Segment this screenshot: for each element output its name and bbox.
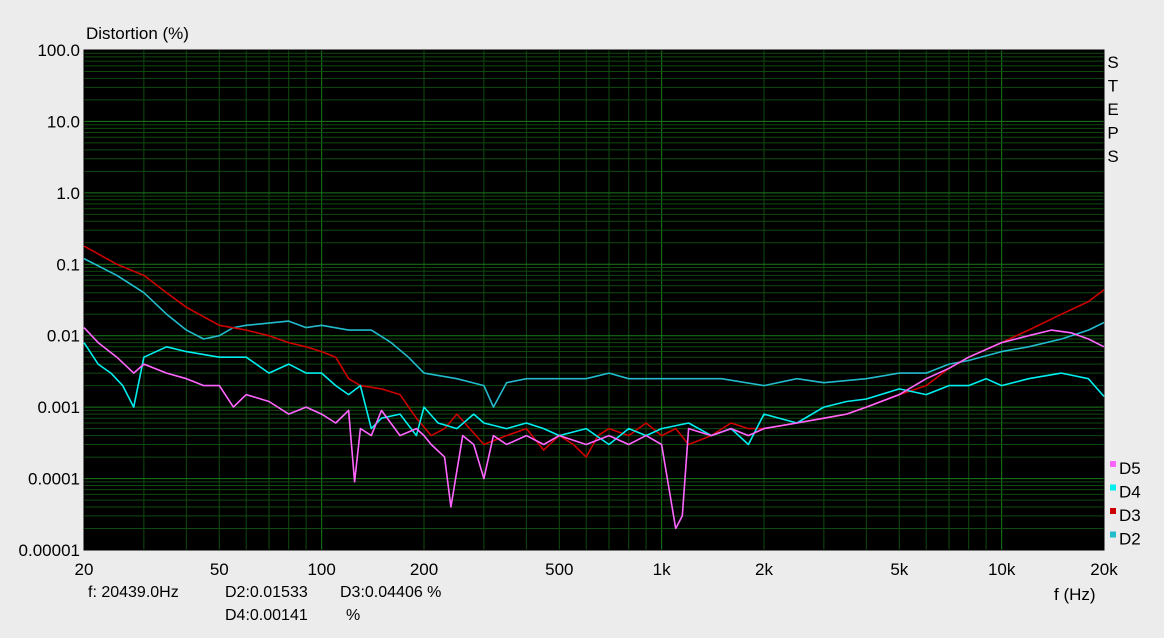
- d4-unit: %: [346, 607, 361, 624]
- y-tick-label: 0.00001: [19, 541, 80, 560]
- frequency-readout: f: 20439.0Hz: [88, 584, 179, 601]
- legend-label: D2: [1119, 530, 1141, 549]
- legend-label: D3: [1119, 506, 1141, 525]
- x-tick-label: 500: [545, 560, 573, 579]
- d3-readout: D3:0.04406 %: [340, 584, 442, 601]
- x-tick-label: 10k: [988, 560, 1016, 579]
- d4-readout: D4:0.00141: [225, 607, 308, 624]
- steps-letter: S: [1107, 147, 1118, 166]
- legend-label: D4: [1119, 483, 1141, 502]
- x-axis-title: f (Hz): [1054, 585, 1096, 604]
- legend-swatch: [1110, 508, 1116, 514]
- x-tick-label: 5k: [890, 560, 908, 579]
- y-tick-label: 100.0: [37, 41, 80, 60]
- x-tick-label: 200: [410, 560, 438, 579]
- steps-letter: E: [1107, 100, 1118, 119]
- x-tick-label: 1k: [653, 560, 671, 579]
- y-tick-label: 0.01: [47, 327, 80, 346]
- x-tick-labels: 20 50 100 200 500 1k 2k 5k 10k 20k: [75, 560, 1119, 579]
- steps-letter: T: [1108, 77, 1118, 96]
- steps-label: STEPS: [1107, 53, 1118, 166]
- y-axis-title: Distortion (%): [86, 24, 189, 43]
- legend-label: D5: [1119, 459, 1141, 478]
- legend-swatch: [1110, 484, 1116, 491]
- x-tick-label: 100: [307, 560, 335, 579]
- y-tick-labels: 100.0 10.0 1.0 0.1 0.01 0.001 0.0001 0.00001: [19, 41, 80, 560]
- d2-readout: D2:0.01533: [225, 584, 308, 601]
- legend-swatch: [1110, 531, 1116, 538]
- y-tick-label: 0.0001: [28, 470, 80, 489]
- x-tick-label: 2k: [755, 560, 773, 579]
- y-tick-label: 10.0: [47, 112, 80, 131]
- steps-letter: P: [1107, 124, 1118, 143]
- y-tick-label: 1.0: [56, 184, 80, 203]
- x-tick-label: 20: [75, 560, 94, 579]
- legend-swatch: [1110, 461, 1116, 467]
- y-tick-label: 0.001: [37, 398, 80, 417]
- distortion-chart: Distortion (%) 100.0 10.0 1.0 0.1 0.01 0.001 0…: [19, 24, 1141, 604]
- y-tick-label: 0.1: [56, 255, 80, 274]
- x-tick-label: 50: [210, 560, 229, 579]
- steps-letter: S: [1107, 53, 1118, 72]
- legend: D5 D4 D3 D2: [1110, 459, 1141, 549]
- x-tick-label: 20k: [1090, 560, 1118, 579]
